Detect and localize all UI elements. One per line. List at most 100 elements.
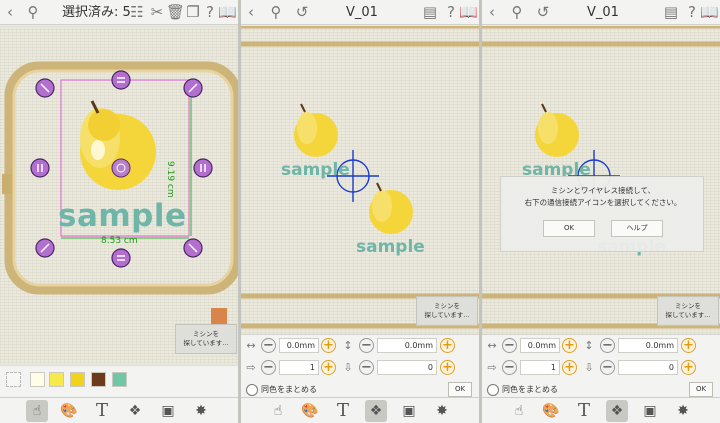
effects-icon[interactable]: ✸ (431, 400, 453, 422)
vertical-spacing-icon: ↕ (584, 339, 594, 352)
dialog-ok-button[interactable]: OK (543, 220, 595, 237)
count-h-value[interactable]: 1 (279, 360, 319, 375)
manual-icon[interactable]: 📖 (459, 3, 478, 22)
count-v-value[interactable]: 0 (618, 360, 678, 375)
text-icon[interactable]: T (573, 400, 595, 422)
effects-icon[interactable]: ✸ (190, 400, 212, 422)
effects-icon[interactable]: ✸ (672, 400, 694, 422)
touch-icon[interactable]: ☝ (26, 400, 48, 422)
all-colors-swatch[interactable] (6, 372, 21, 387)
horizontal-spacing-icon: ↔ (487, 339, 497, 352)
touch-icon[interactable]: ☝ (508, 400, 530, 422)
move-h-minus-button[interactable]: − (502, 338, 517, 353)
searching-toast: ミシンを 探しています... (657, 296, 719, 326)
frame-icon[interactable]: ▣ (157, 400, 179, 422)
vertical-count-icon: ⇩ (343, 361, 353, 374)
move-h-minus-button[interactable]: − (261, 338, 276, 353)
text-icon[interactable]: T (91, 400, 113, 422)
move-v-value[interactable]: 0.0mm (377, 338, 437, 353)
file-title: V_01 (346, 5, 378, 20)
ok-button[interactable]: OK (448, 382, 472, 397)
search-icon[interactable]: ⚲ (508, 3, 526, 22)
thread-color-bar (0, 366, 238, 397)
count-h-plus-button[interactable]: + (562, 360, 577, 375)
hoop-svg (2, 61, 238, 324)
frame-icon[interactable]: ▣ (639, 400, 661, 422)
pear-design-copy[interactable] (369, 182, 413, 234)
send-icon[interactable]: ▤ (662, 3, 680, 22)
embroidery-canvas[interactable]: sample 8.53 cm 9.19 cm ミシンを 探しています... (0, 26, 238, 366)
horizontal-count-icon: ⇨ (246, 361, 256, 374)
frame-icon[interactable]: ▣ (398, 400, 420, 422)
count-h-minus-button[interactable]: − (502, 360, 517, 375)
undo-icon[interactable]: ↺ (293, 3, 311, 22)
sample-text-design-copy[interactable]: sample (356, 237, 425, 257)
help-icon[interactable]: ? (684, 3, 700, 22)
thread-swatch-3[interactable] (70, 372, 85, 387)
searching-toast: ミシンを 探しています... (416, 296, 478, 326)
send-icon[interactable]: ▤ (421, 3, 439, 22)
combine-icon[interactable]: ❖ (124, 400, 146, 422)
palette-icon[interactable]: 🎨 (299, 400, 321, 422)
thread-swatch-5[interactable] (112, 372, 127, 387)
count-v-value[interactable]: 0 (377, 360, 437, 375)
vertical-count-icon: ⇩ (584, 361, 594, 374)
select-all-icon[interactable]: ☷ (128, 3, 146, 22)
wireless-connect-dialog: ミシンとワイヤレス接続して、 右下の通信接続アイコンを選択してください。 OK … (500, 176, 704, 252)
thread-swatch-1[interactable] (30, 372, 45, 387)
help-icon[interactable]: ? (443, 3, 459, 22)
dialog-help-button[interactable]: ヘルプ (611, 220, 663, 237)
count-v-minus-button[interactable]: − (600, 360, 615, 375)
move-h-plus-button[interactable]: + (562, 338, 577, 353)
search-icon[interactable]: ⚲ (267, 3, 285, 22)
delete-icon[interactable]: 🗑 (166, 3, 185, 22)
screen-layout-dialog: ‹ ⚲ ↺ V_01 ▤ ? 📖 sample ミシンを 探しています... ミ… (482, 0, 720, 423)
count-v-plus-button[interactable]: + (681, 360, 696, 375)
palette-icon[interactable]: 🎨 (540, 400, 562, 422)
move-v-plus-button[interactable]: + (440, 338, 455, 353)
back-icon[interactable]: ‹ (485, 3, 499, 22)
move-h-value[interactable]: 0.0mm (520, 338, 560, 353)
embroidery-canvas[interactable]: sample sample ミシンを 探しています... (241, 26, 479, 366)
move-v-minus-button[interactable]: − (600, 338, 615, 353)
manual-icon[interactable]: 📖 (700, 3, 719, 22)
ok-button[interactable]: OK (689, 382, 713, 397)
count-h-minus-button[interactable]: − (261, 360, 276, 375)
palette-icon[interactable]: 🎨 (58, 400, 80, 422)
count-row: ⇨ − 1 + ⇩ − 0 + (482, 359, 720, 377)
combine-icon[interactable]: ❖ (365, 400, 387, 422)
count-v-minus-button[interactable]: − (359, 360, 374, 375)
count-v-plus-button[interactable]: + (440, 360, 455, 375)
search-icon[interactable]: ⚲ (24, 3, 42, 22)
text-icon[interactable]: T (332, 400, 354, 422)
count-h-value[interactable]: 1 (520, 360, 560, 375)
undo-icon[interactable]: ↺ (534, 3, 552, 22)
count-h-plus-button[interactable]: + (321, 360, 336, 375)
move-v-value[interactable]: 0.0mm (618, 338, 678, 353)
sample-text-design[interactable]: sample (281, 160, 350, 180)
count-row: ⇨ − 1 + ⇩ − 0 + (241, 359, 479, 377)
thread-swatch-2[interactable] (49, 372, 64, 387)
cut-icon[interactable]: ✂ (148, 3, 166, 22)
pear-design[interactable] (294, 103, 338, 157)
horizontal-spacing-icon: ↔ (246, 339, 256, 352)
move-h-plus-button[interactable]: + (321, 338, 336, 353)
move-h-value[interactable]: 0.0mm (279, 338, 319, 353)
duplicate-icon[interactable]: ❐ (184, 3, 202, 22)
move-v-plus-button[interactable]: + (681, 338, 696, 353)
bottom-nav: ☝ 🎨 T ❖ ▣ ✸ (0, 397, 238, 423)
pear-design[interactable] (535, 103, 579, 157)
merge-colors-checkbox[interactable] (246, 384, 258, 396)
merge-colors-label: 同色をまとめる (502, 385, 558, 394)
manual-icon[interactable]: 📖 (218, 3, 237, 22)
combine-icon[interactable]: ❖ (606, 400, 628, 422)
back-icon[interactable]: ‹ (244, 3, 258, 22)
screen-edit: ‹ ⚲ 選択済み: 5 ☷ ✂ 🗑 ❐ ? 📖 sample 8.53 cm 9… (0, 0, 238, 423)
thread-swatch-4[interactable] (91, 372, 106, 387)
back-icon[interactable]: ‹ (3, 3, 17, 22)
merge-colors-label: 同色をまとめる (261, 385, 317, 394)
touch-icon[interactable]: ☝ (267, 400, 289, 422)
move-v-minus-button[interactable]: − (359, 338, 374, 353)
merge-colors-checkbox[interactable] (487, 384, 499, 396)
help-icon[interactable]: ? (202, 3, 218, 22)
